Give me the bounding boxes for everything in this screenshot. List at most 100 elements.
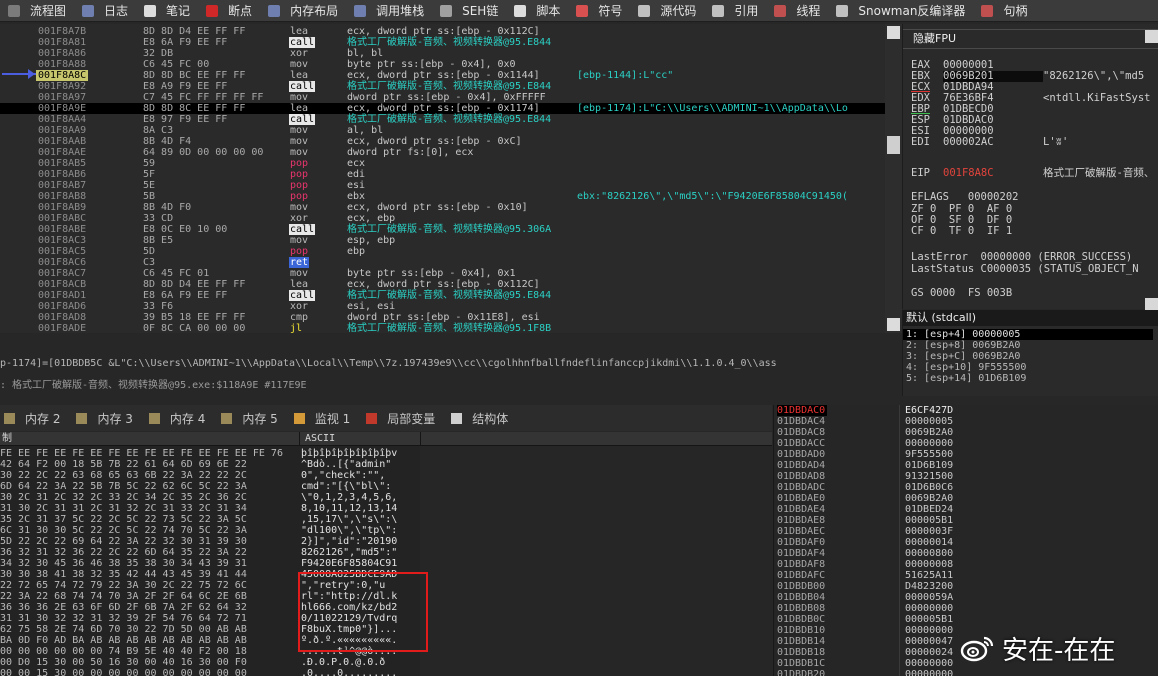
stack-row[interactable]: 01DBDAD0 9F555500: [774, 449, 1158, 460]
toolbar-item-9[interactable]: 源代码: [630, 0, 704, 21]
ascii-row[interactable]: ......t¹^@@ò....: [301, 646, 419, 657]
hex-row[interactable]: 31 30 2C 31 31 2C 31 32 2C 31 33 2C 31 3…: [0, 503, 300, 514]
toolbar-item-0[interactable]: 流程图: [0, 0, 74, 21]
toolbar-item-5[interactable]: 调用堆栈: [346, 0, 432, 21]
ascii-row[interactable]: 8262126","md5":": [301, 547, 419, 558]
ascii-row[interactable]: F8buX.tmp0"}]...: [301, 624, 419, 635]
stack-row[interactable]: 01DBDAC0 E6CF427D: [774, 405, 1158, 416]
ascii-row[interactable]: rl":"http://dl.k: [301, 591, 419, 602]
calling-convention-select[interactable]: 默认 (stdcall): [903, 310, 1158, 326]
disassembly-view[interactable]: 001F8A7B 8D 8D D4 EE FF FF lea ecx, dword p…: [0, 24, 885, 333]
stack-row[interactable]: 01DBDAF8 00000008: [774, 559, 1158, 570]
hex-row[interactable]: 22 72 65 74 72 79 22 3A 30 2C 22 75 72 6…: [0, 580, 300, 591]
stack-row[interactable]: 01DBDB20 00000000: [774, 669, 1158, 676]
disasm-row[interactable]: 001F8AC6 C3 ret: [0, 257, 885, 268]
disasm-row[interactable]: 001F8AA9 8A C3 mov al, bl: [0, 125, 885, 136]
disasm-row[interactable]: 001F8AB7 5E pop esi: [0, 180, 885, 191]
tab-6[interactable]: 结构体: [447, 405, 520, 431]
hex-row[interactable]: 36 36 36 2E 63 6F 6D 2F 6B 7A 2F 62 64 3…: [0, 602, 300, 613]
scroll-down-button[interactable]: [887, 318, 900, 331]
hex-row[interactable]: 36 32 31 32 36 22 2C 22 6D 64 35 22 3A 2…: [0, 547, 300, 558]
disasm-row[interactable]: 001F8AAE 64 89 0D 00 00 00 00 mov dword ptr…: [0, 147, 885, 158]
disasm-row[interactable]: 001F8AB9 8B 4D F0 mov ecx, dword ptr ss:[eb…: [0, 202, 885, 213]
stack-row[interactable]: 01DBDAC4 00000005: [774, 416, 1158, 427]
ascii-row[interactable]: 0/11022129/Tvdrq: [301, 613, 419, 624]
toolbar-item-12[interactable]: Snowman反编译器: [828, 0, 973, 21]
disasm-row[interactable]: 001F8AD1 E8 6A F9 EE FF call 格式工厂破解版-音频、视频转…: [0, 290, 885, 301]
stack-row[interactable]: 01DBDAFC 51625A11: [774, 570, 1158, 581]
stack-row[interactable]: 01DBDB08 00000000: [774, 603, 1158, 614]
hex-row[interactable]: 35 2C 31 37 5C 22 2C 5C 22 73 5C 22 3A 5…: [0, 514, 300, 525]
disasm-row[interactable]: 001F8ABC 33 CD xor ecx, ebp: [0, 213, 885, 224]
scroll-up-button[interactable]: [887, 26, 900, 39]
ascii-row[interactable]: ,15,17\",\"s\":\: [301, 514, 419, 525]
stack-row[interactable]: 01DBDADC 01D6B0C6: [774, 482, 1158, 493]
stack-row[interactable]: 01DBDAE4 01DBED24: [774, 504, 1158, 515]
disasm-row[interactable]: 001F8AB6 5F pop edi: [0, 169, 885, 180]
toolbar-item-1[interactable]: 日志: [74, 0, 136, 21]
ascii-row[interactable]: "dl100\",\"tp\":: [301, 525, 419, 536]
tab-2[interactable]: 内存 4: [145, 405, 217, 431]
hex-row[interactable]: 00 00 00 00 00 00 74 B9 5E 40 40 F2 00 1…: [0, 646, 300, 657]
ascii-row[interactable]: ^Bdò..[{"admin": [301, 459, 419, 470]
ascii-row[interactable]: .Ð.0.P.0.@.0.ð: [301, 657, 419, 668]
registers-scrollbar[interactable]: [1145, 30, 1158, 311]
argument-row[interactable]: 3: [esp+C] 0069B2A0: [906, 351, 1020, 362]
ascii-row[interactable]: º.ð.º.«««««««««.: [301, 635, 419, 646]
regs-scroll-up[interactable]: [1145, 30, 1158, 43]
register-row[interactable]: EIP 001F8A8C 格式工厂破解版-音频、: [911, 168, 1154, 179]
hex-row[interactable]: 6D 64 22 3A 22 5B 7B 5C 22 62 6C 5C 22 3…: [0, 481, 300, 492]
stack-row[interactable]: 01DBDAEC 0000003F: [774, 526, 1158, 537]
stack-row[interactable]: 01DBDAC8 0069B2A0: [774, 427, 1158, 438]
disasm-row[interactable]: 001F8AD6 33 F6 xor esi, esi: [0, 301, 885, 312]
disasm-row[interactable]: 001F8AA4 E8 97 F9 EE FF call 格式工厂破解版-音频、视频转…: [0, 114, 885, 125]
stack-row[interactable]: 01DBDB00 D4823200: [774, 581, 1158, 592]
disasm-row[interactable]: 001F8A81 E8 6A F9 EE FF call 格式工厂破解版-音频、视频转…: [0, 37, 885, 48]
disasm-row[interactable]: 001F8AB8 5B pop ebx ebx:"8262126\",\"md5\":\…: [0, 191, 885, 202]
hex-row[interactable]: 30 22 2C 22 63 68 65 63 6B 22 3A 22 22 2…: [0, 470, 300, 481]
hide-fpu-toggle[interactable]: 隐藏FPU: [903, 29, 1158, 49]
hex-row[interactable]: 62 75 58 2E 74 6D 70 30 22 7D 5D 00 AB A…: [0, 624, 300, 635]
tab-1[interactable]: 内存 3: [72, 405, 144, 431]
hex-row[interactable]: 31 31 30 32 32 31 32 39 2F 54 76 64 72 7…: [0, 613, 300, 624]
stack-row[interactable]: 01DBDAE8 000005B1: [774, 515, 1158, 526]
ascii-row[interactable]: 8,10,11,12,13,14: [301, 503, 419, 514]
stack-row[interactable]: 01DBDACC 00000000: [774, 438, 1158, 449]
ascii-row[interactable]: ","retry":0,"u: [301, 580, 419, 591]
disasm-row[interactable]: 001F8A8C 8D 8D BC EE FF FF lea ecx, dword p…: [0, 70, 885, 81]
tab-4[interactable]: 监视 1: [290, 405, 362, 431]
hex-row[interactable]: 30 2C 31 2C 32 2C 33 2C 34 2C 35 2C 36 2…: [0, 492, 300, 503]
stack-row[interactable]: 01DBDAD4 01D6B109: [774, 460, 1158, 471]
disasm-row[interactable]: 001F8A88 C6 45 FC 00 mov byte ptr ss:[ebp -…: [0, 59, 885, 70]
toolbar-item-7[interactable]: 脚本: [506, 0, 568, 21]
disasm-row[interactable]: 001F8A97 C7 45 FC FF FF FF FF mov dword ptr…: [0, 92, 885, 103]
stack-row[interactable]: 01DBDB0C 000005B1: [774, 614, 1158, 625]
ascii-row[interactable]: F9420E6F85804C91: [301, 558, 419, 569]
tab-3[interactable]: 内存 5: [217, 405, 289, 431]
ascii-row[interactable]: 45008A825BDCE9AD: [301, 569, 419, 580]
disasm-row[interactable]: 001F8AC5 5D pop ebp: [0, 246, 885, 257]
stack-row[interactable]: 01DBDAF4 00000800: [774, 548, 1158, 559]
toolbar-item-4[interactable]: 内存布局: [260, 0, 346, 21]
hex-row[interactable]: 34 32 30 45 36 46 38 35 38 30 34 43 39 3…: [0, 558, 300, 569]
disasm-row[interactable]: 001F8A9E 8D 8D 8C EE FF FF lea ecx, dword p…: [0, 103, 885, 114]
tab-5[interactable]: 局部变量: [362, 405, 447, 431]
ascii-row[interactable]: cmd":"[{\"bl\":: [301, 481, 419, 492]
argument-row[interactable]: 1: [esp+4] 00000005: [903, 329, 1153, 340]
argument-row[interactable]: 4: [esp+10] 9F555500: [906, 362, 1026, 373]
tab-0[interactable]: 内存 2: [0, 405, 72, 431]
hex-dump-view[interactable]: 制 ASCII FE EE FE EE FE EE FE EE FE EE FE…: [0, 432, 772, 676]
register-value[interactable]: 000002AC: [943, 137, 1043, 148]
register-row[interactable]: EDI 000002AC L'ʬ': [911, 137, 1068, 148]
register-value[interactable]: 001F8A8C: [943, 168, 1043, 179]
ascii-row[interactable]: hl666.com/kz/bd2: [301, 602, 419, 613]
disasm-row[interactable]: 001F8ABE E8 0C E0 10 00 call 格式工厂破解版-音频、视频转…: [0, 224, 885, 235]
stack-row[interactable]: 01DBDB04 0000059A: [774, 592, 1158, 603]
hex-row[interactable]: FE EE FE EE FE EE FE EE FE EE FE EE FE E…: [0, 448, 300, 459]
disasm-row[interactable]: 001F8A86 32 DB xor bl, bl: [0, 48, 885, 59]
disasm-row[interactable]: 001F8A92 E8 A9 F9 EE FF call 格式工厂破解版-音频、视频转…: [0, 81, 885, 92]
disasm-row[interactable]: 001F8ADE 0F 8C CA 00 00 00 jl 格式工厂破解版-音频、视频…: [0, 323, 885, 333]
hex-row[interactable]: 00 00 15 30 00 00 00 00 00 00 00 00 00 0…: [0, 668, 300, 676]
hex-row[interactable]: 6C 31 30 30 5C 22 2C 5C 22 74 70 5C 22 3…: [0, 525, 300, 536]
disassembly-scrollbar[interactable]: [885, 24, 902, 333]
